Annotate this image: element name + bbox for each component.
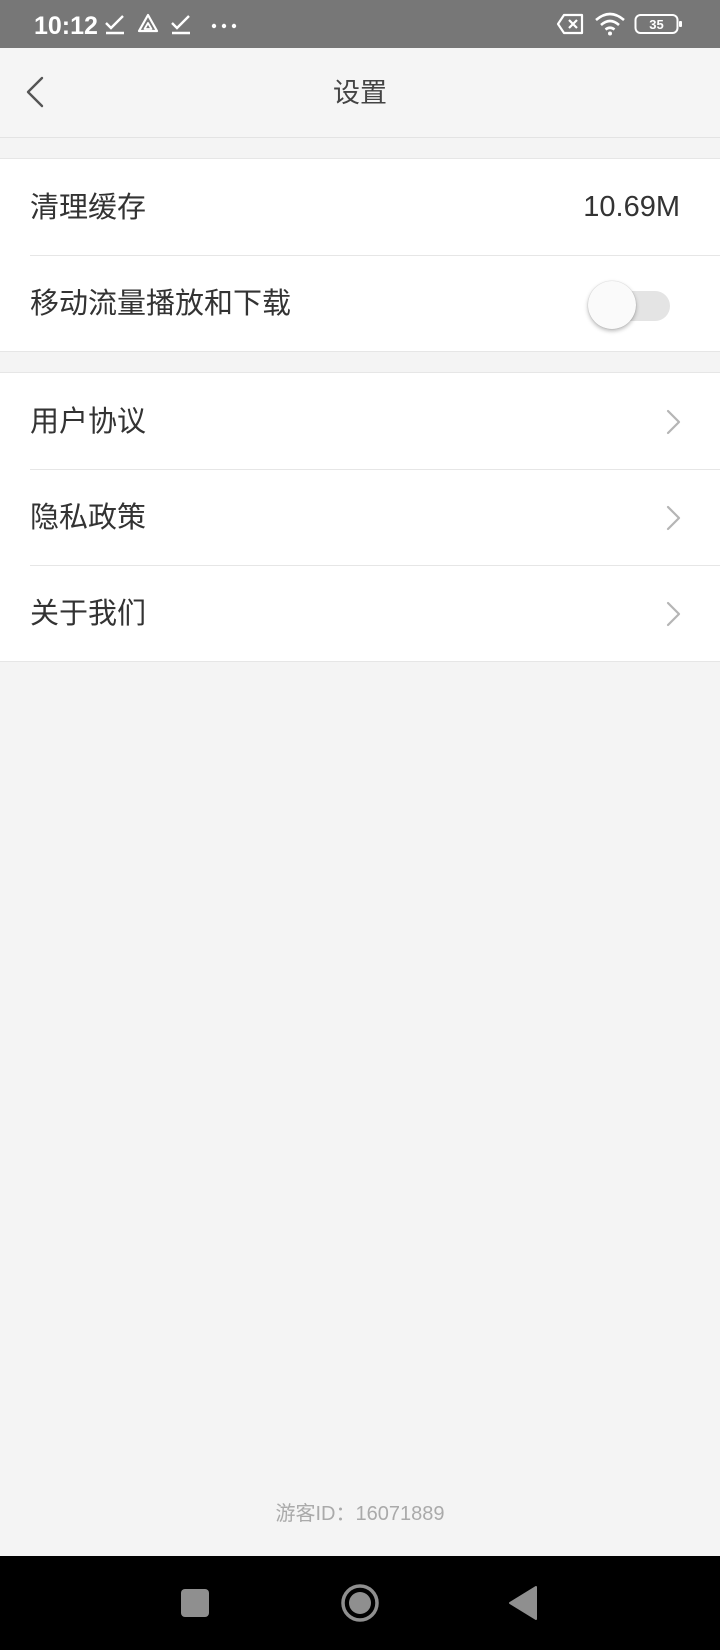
system-back-button[interactable]: [498, 1578, 548, 1628]
battery-level: 35: [649, 17, 663, 32]
recents-square-icon: [170, 1578, 220, 1628]
chevron-right-icon: [664, 599, 682, 629]
status-time: 10:12: [34, 12, 98, 40]
home-button[interactable]: [335, 1578, 385, 1628]
mobile-data-label: 移动流量播放和下载: [30, 286, 292, 320]
check-icon: [170, 12, 192, 36]
chevron-right-icon: [664, 503, 682, 533]
battery-icon: 35: [634, 12, 684, 36]
recents-button[interactable]: [170, 1578, 220, 1628]
settings-group-general: 清理缓存 10.69M 移动流量播放和下载: [0, 158, 720, 352]
settings-group-info: 用户协议 隐私政策 关于我们: [0, 372, 720, 662]
sim-error-icon: [556, 12, 586, 36]
chevron-right-icon: [664, 407, 682, 437]
visitor-id: 游客ID：16071889: [275, 1503, 445, 1525]
clear-cache-row[interactable]: 清理缓存 10.69M: [0, 159, 720, 255]
toggle-knob: [588, 281, 636, 329]
wifi-icon: [594, 12, 626, 36]
home-circle-icon: [335, 1578, 385, 1628]
user-agreement-row[interactable]: 用户协议: [0, 373, 720, 469]
cache-size-value: 10.69M: [583, 191, 680, 223]
page-title: 设置: [333, 78, 387, 109]
about-us-label: 关于我们: [30, 596, 147, 630]
back-triangle-icon: [498, 1578, 548, 1628]
navigation-bar: [0, 1556, 720, 1650]
status-bar: 10:12 35: [0, 0, 720, 48]
clear-cache-label: 清理缓存: [30, 190, 147, 224]
user-agreement-label: 用户协议: [30, 404, 147, 438]
drive-icon: [136, 12, 160, 36]
about-us-row[interactable]: 关于我们: [0, 565, 720, 661]
title-bar: 设置: [0, 48, 720, 138]
more-dots-icon: [210, 12, 240, 36]
privacy-policy-label: 隐私政策: [30, 500, 147, 534]
check-icon: [104, 12, 126, 36]
mobile-data-row: 移动流量播放和下载: [0, 255, 720, 351]
privacy-policy-row[interactable]: 隐私政策: [0, 469, 720, 565]
mobile-data-toggle[interactable]: [588, 281, 670, 329]
